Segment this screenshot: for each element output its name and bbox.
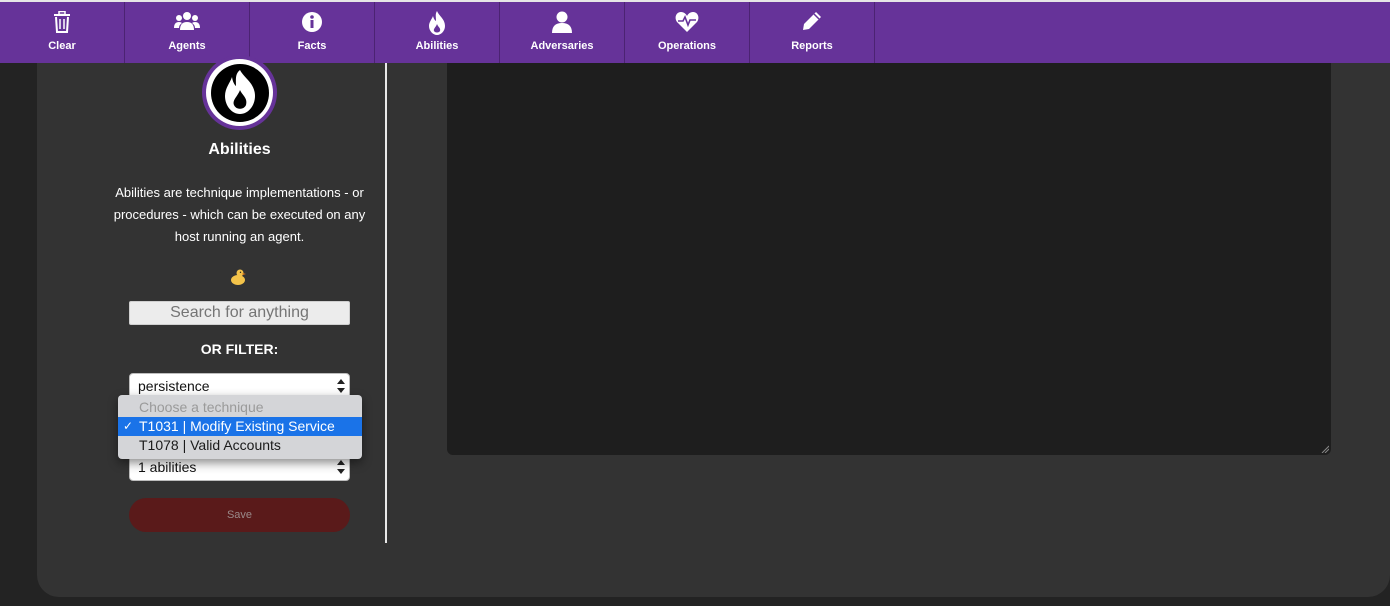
search-input[interactable] bbox=[129, 301, 350, 325]
nav-clear[interactable]: Clear bbox=[0, 2, 125, 63]
nav-reports[interactable]: Reports bbox=[750, 2, 875, 63]
nav-operations-label: Operations bbox=[657, 40, 717, 52]
technique-option-placeholder: Choose a technique bbox=[139, 399, 264, 415]
save-button[interactable]: Save bbox=[129, 498, 350, 532]
flame-logo-icon bbox=[210, 63, 269, 122]
ability-editor-textarea[interactable] bbox=[447, 63, 1331, 455]
filter-label: OR FILTER: bbox=[200, 341, 279, 357]
select-arrows-icon bbox=[337, 460, 345, 474]
technique-option-t1031[interactable]: ✓ T1031 | Modify Existing Service bbox=[118, 417, 362, 436]
page-title: Abilities bbox=[208, 141, 271, 158]
heartbeat-icon bbox=[675, 12, 699, 32]
info-icon bbox=[302, 12, 322, 32]
nav-operations[interactable]: Operations bbox=[625, 2, 750, 63]
pencil-icon bbox=[803, 12, 821, 30]
user-icon bbox=[552, 11, 572, 33]
nav-adversaries[interactable]: Adversaries bbox=[500, 2, 625, 63]
tactic-select-value: persistence bbox=[138, 378, 210, 394]
nav-agents-label: Agents bbox=[168, 40, 206, 52]
select-arrows-icon bbox=[337, 379, 345, 393]
nav-adversaries-label: Adversaries bbox=[530, 40, 594, 52]
nav-facts[interactable]: Facts bbox=[250, 2, 375, 63]
top-nav: Clear Agents Facts Abilities Adversaries… bbox=[0, 0, 1390, 63]
technique-dropdown: Choose a technique ✓ T1031 | Modify Exis… bbox=[118, 395, 362, 459]
nav-abilities[interactable]: Abilities bbox=[375, 2, 500, 63]
duck-icon bbox=[229, 268, 247, 291]
abilities-logo bbox=[202, 55, 277, 130]
page-description: Abilities are technique implementations … bbox=[113, 185, 366, 244]
resize-handle-icon[interactable] bbox=[1321, 445, 1329, 453]
technique-option-t1078[interactable]: T1078 | Valid Accounts bbox=[118, 436, 362, 455]
nav-abilities-label: Abilities bbox=[415, 40, 459, 52]
nav-clear-label: Clear bbox=[48, 40, 76, 52]
checkmark-icon: ✓ bbox=[123, 419, 134, 433]
trash-icon bbox=[54, 11, 70, 33]
nav-agents[interactable]: Agents bbox=[125, 2, 250, 63]
abilities-select-value: 1 abilities bbox=[138, 459, 197, 475]
users-icon bbox=[174, 12, 200, 30]
nav-reports-label: Reports bbox=[791, 40, 833, 52]
sidebar-divider bbox=[385, 63, 387, 543]
fire-icon bbox=[429, 11, 445, 35]
nav-facts-label: Facts bbox=[297, 40, 327, 52]
